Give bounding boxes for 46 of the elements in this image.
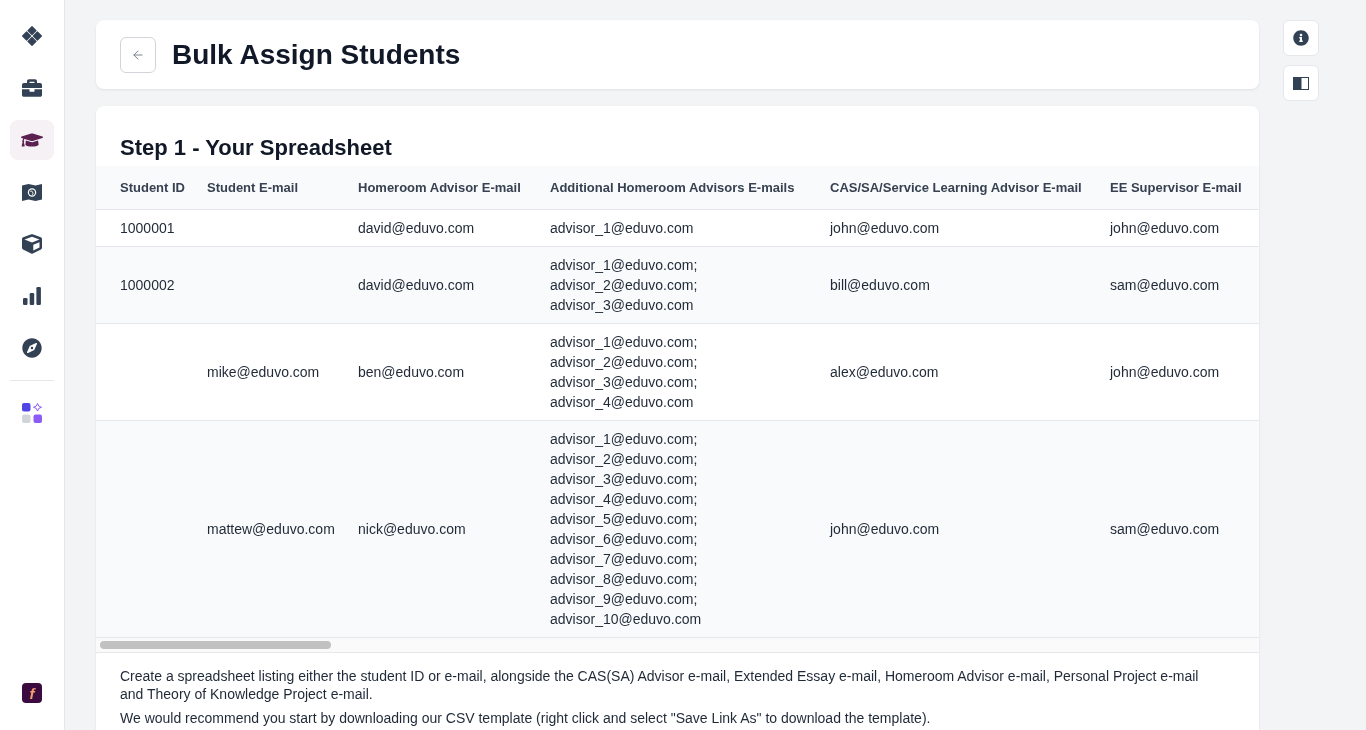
column-header: CAS/SA/Service Learning Advisor E-mail xyxy=(830,178,1083,197)
column-header: Student E-mail xyxy=(207,178,299,197)
table-cell-text: john@eduvo.com xyxy=(830,219,941,238)
column-header: EE Supervisor E-mail xyxy=(1110,178,1243,197)
compass-icon xyxy=(22,338,42,358)
column-header: Homeroom Advisor E-mail xyxy=(358,178,522,197)
cube-icon xyxy=(22,234,42,254)
apps-sparkle-icon xyxy=(22,403,42,423)
table-cell-text: john@eduvo.com xyxy=(1110,219,1221,238)
table-cell-text: 1000002 xyxy=(120,276,176,295)
briefcase-icon xyxy=(22,78,42,98)
app-logo[interactable]: f xyxy=(22,683,42,703)
sidebar-nav-item[interactable] xyxy=(10,120,54,160)
column-header: Student ID xyxy=(120,178,186,197)
section-title: Step 1 - Your Spreadsheet xyxy=(119,134,393,162)
table-cell-text: sam@eduvo.com xyxy=(1110,520,1221,539)
table-cell-text: 1000001 xyxy=(120,219,176,238)
book-button[interactable] xyxy=(1283,65,1319,101)
page-title: Bulk Assign Students xyxy=(172,37,461,72)
table-cell-text: ben@eduvo.com xyxy=(358,363,466,382)
diamond-grid-icon xyxy=(22,26,42,46)
column-header: Additional Homeroom Advisors E-mails xyxy=(550,178,796,197)
scrollbar-track[interactable] xyxy=(96,638,1259,653)
arrow-left-icon xyxy=(131,47,145,62)
table-cell-text: mattew@eduvo.com xyxy=(207,520,336,539)
table-cell-text: john@eduvo.com xyxy=(830,520,941,539)
table-cell-text: advisor_1@eduvo.com; advisor_2@eduvo.com; advisor_3@eduvo.com; advisor_4@eduvo.com xyxy=(550,333,699,412)
table-cell-text: david@eduvo.com xyxy=(358,219,476,238)
table-cell-text: john@eduvo.com xyxy=(1110,363,1221,382)
table-cell-text: alex@eduvo.com xyxy=(830,363,940,382)
table-cell-text: david@eduvo.com xyxy=(358,276,476,295)
table-cell-text: bill@eduvo.com xyxy=(830,276,931,295)
table-cell-text: nick@eduvo.com xyxy=(358,520,467,539)
book-open-icon xyxy=(1293,76,1309,90)
table-cell-text: advisor_1@eduvo.com; advisor_2@eduvo.com; advisor_3@eduvo.com xyxy=(550,256,699,315)
scrollbar-thumb[interactable] xyxy=(100,641,331,649)
map-globe-icon xyxy=(22,183,42,201)
info-button[interactable] xyxy=(1283,20,1319,56)
table-cell-text: mike@eduvo.com xyxy=(207,363,321,382)
instruction-text: Create a spreadsheet listing either the student ID or e-mail, alongside the CAS(SA) Advisor e-mail, Extended Essay e-mail, Homeroom Advisor e-mail, Personal Project e-mail and Theory of Knowledge Project e-mail. xyxy=(120,667,1200,703)
table-cell-text: advisor_1@eduvo.com xyxy=(550,219,695,238)
instruction-text: We would recommend you start by downloading our CSV template (right click and select "Save Link As" to download the template). xyxy=(120,709,932,727)
table-cell-text: advisor_1@eduvo.com; advisor_2@eduvo.com; advisor_3@eduvo.com; advisor_4@eduvo.com; advisor_5@eduvo.com; advisor_6@eduvo.com; advisor_7@eduvo.com; advisor_8@eduvo.com; advisor_9@eduvo.com; advisor_10@eduvo.com xyxy=(550,430,703,629)
bar-chart-icon xyxy=(23,287,41,305)
table-cell-text: sam@eduvo.com xyxy=(1110,276,1221,295)
info-icon xyxy=(1293,30,1309,46)
